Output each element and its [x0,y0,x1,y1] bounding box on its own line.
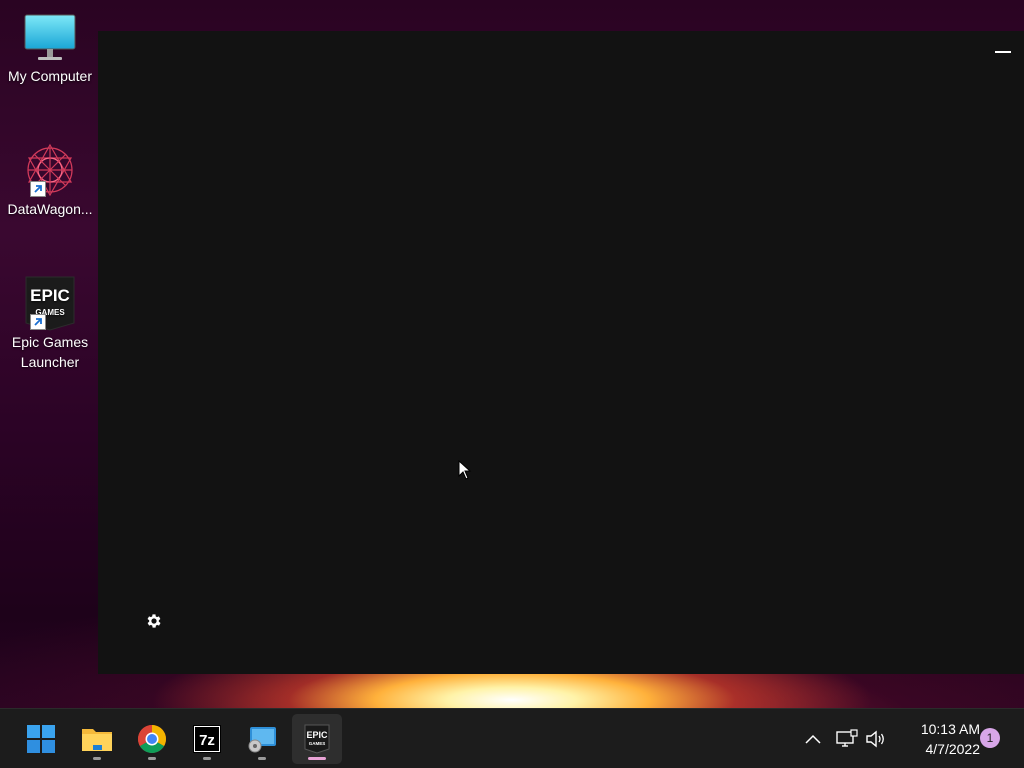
epic-games-icon: EPIC GAMES [304,724,330,754]
running-indicator [148,757,156,760]
epic-games-icon: EPIC GAMES [20,274,80,332]
network-icon [836,729,858,747]
settings-button[interactable] [145,612,163,630]
minimize-button[interactable] [995,45,1013,59]
shortcut-arrow-icon [30,181,46,197]
clock-date: 4/7/2022 [925,741,981,757]
network-button[interactable] [835,727,859,751]
running-indicator [258,757,266,760]
clock-time: 10:13 AM [920,721,980,737]
start-button[interactable] [16,714,66,764]
gear-icon [147,614,161,628]
folder-icon [82,729,112,751]
svg-text:GAMES: GAMES [309,741,326,746]
desktop-icon-label: Epic Games Launcher [11,334,89,370]
speaker-icon [866,730,884,748]
desktop-icon-my-computer[interactable]: My Computer [0,8,100,86]
clock-button[interactable]: 10:13 AM 4/7/2022 [900,719,980,759]
shortcut-arrow-icon [30,314,46,330]
desktop-icon-datawagon[interactable]: DataWagon... [0,141,100,219]
mouse-cursor-icon [458,459,472,485]
chrome-icon [138,725,166,753]
desktop-icon-epic-games-launcher[interactable]: EPIC GAMES Epic Games Launcher [0,274,100,372]
monitor-icon [20,8,80,66]
windows-logo-icon [27,725,55,753]
taskbar-file-explorer[interactable] [72,714,122,764]
svg-text:EPIC: EPIC [306,730,328,740]
chevron-up-icon [805,734,821,744]
svg-text:EPIC: EPIC [30,286,70,305]
7zip-icon: 7z [193,725,221,753]
active-indicator [308,757,326,760]
taskbar-7zip[interactable]: 7z [182,714,232,764]
running-indicator [93,757,101,760]
running-indicator [203,757,211,760]
show-hidden-icons-button[interactable] [801,727,825,751]
epic-launcher-window [98,31,1024,674]
volume-button[interactable] [864,727,888,751]
taskbar-epic-games[interactable]: EPIC GAMES [292,714,342,764]
desktop-icon-label: DataWagon... [7,201,93,217]
svg-text:7z: 7z [199,732,215,749]
datawagon-icon [20,141,80,199]
taskbar-chrome[interactable] [127,714,177,764]
notification-badge[interactable]: 1 [980,728,1000,748]
taskbar: 7z EPIC GAMES 10:13 AM 4/7/2022 1 [0,708,1024,768]
remote-desktop-icon [248,727,276,753]
taskbar-remote-desktop[interactable] [237,714,287,764]
desktop-icon-label: My Computer [7,68,93,84]
